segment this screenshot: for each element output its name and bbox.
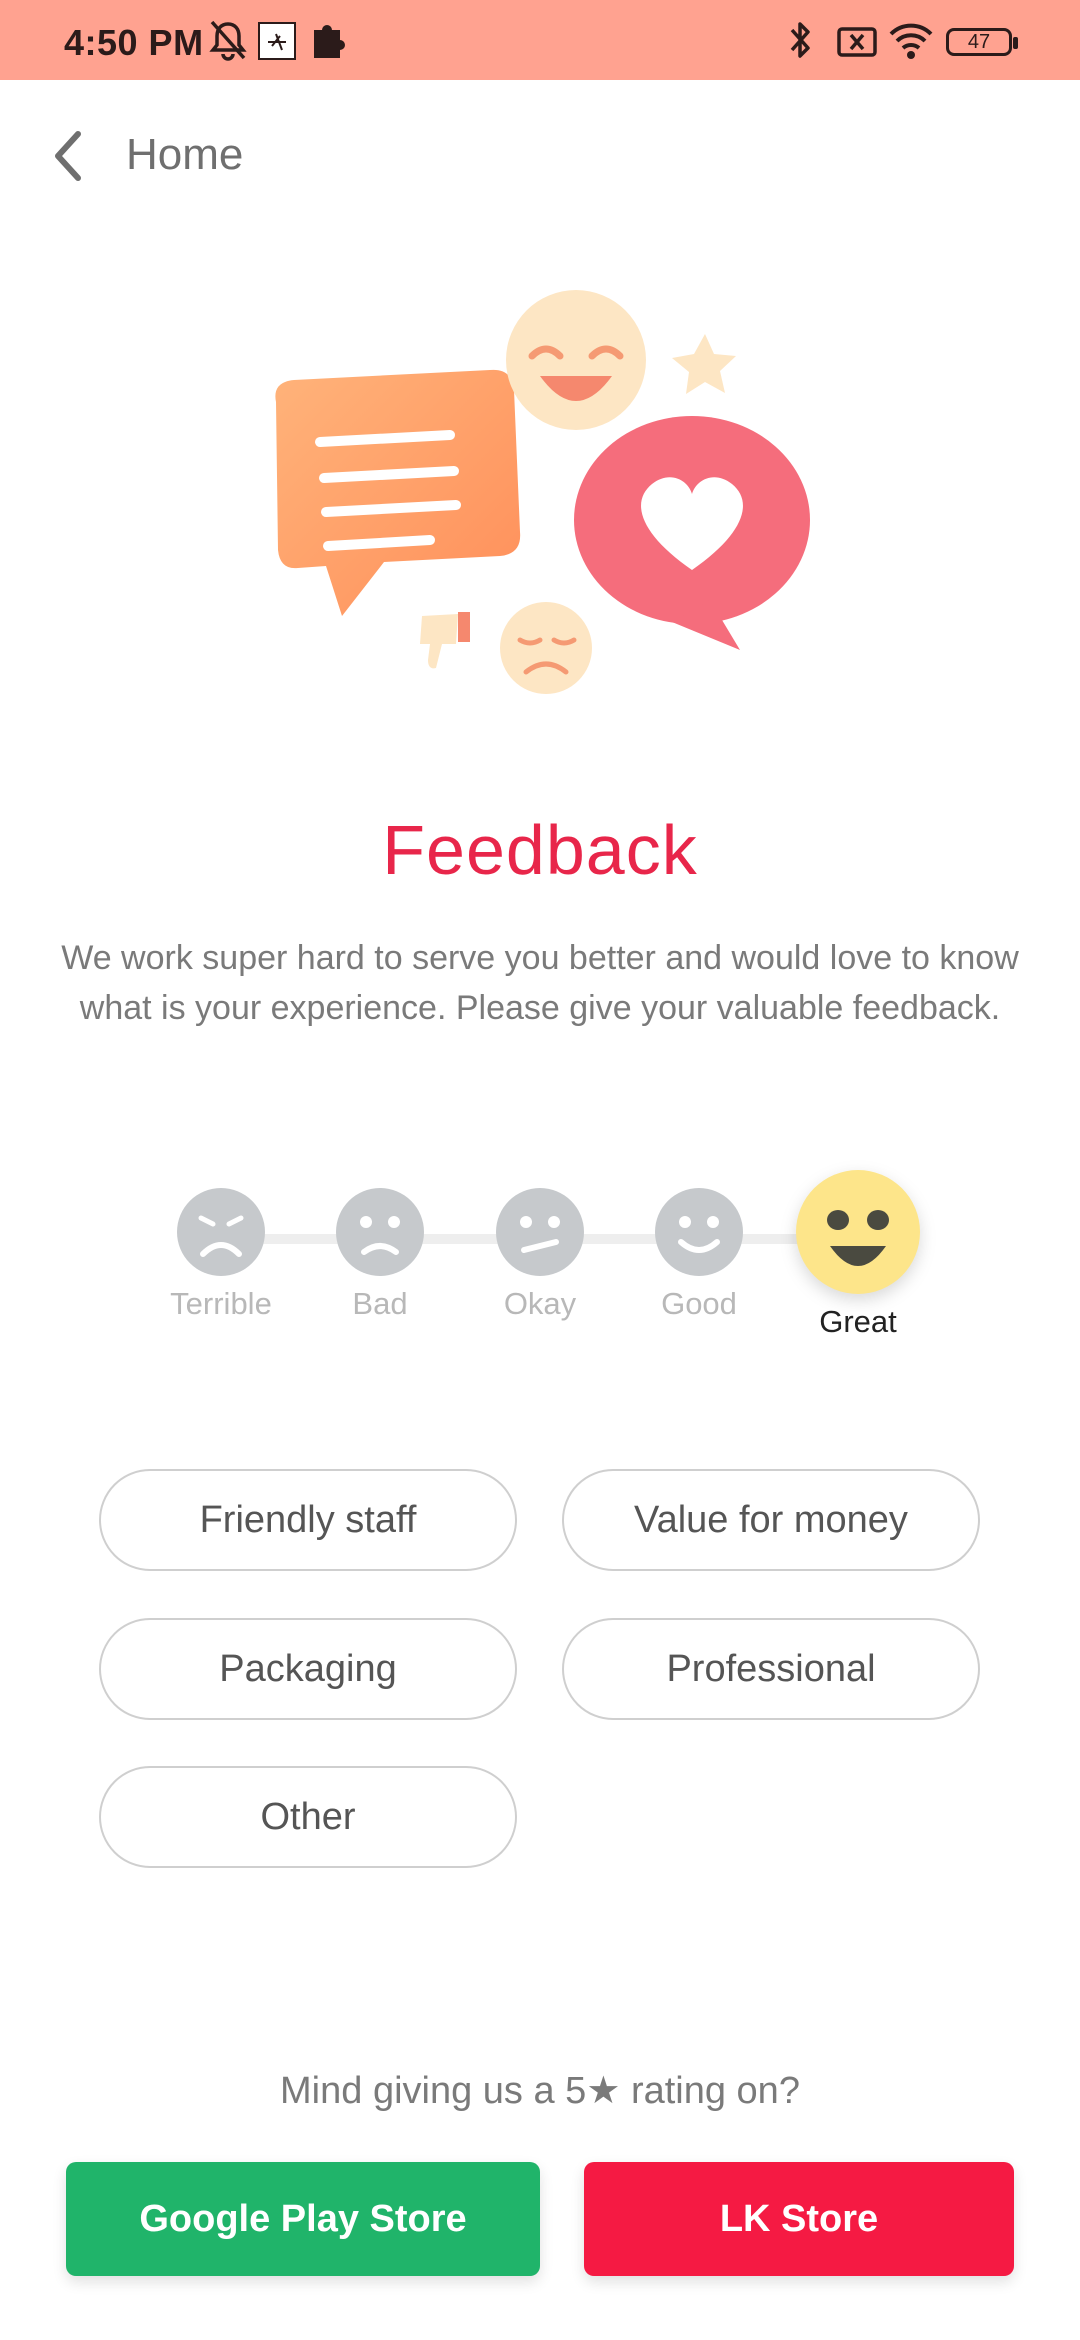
chip-packaging[interactable]: Packaging (99, 1618, 517, 1720)
status-bar: 4:50 PM 47 (0, 0, 1080, 80)
chip-professional[interactable]: Professional (562, 1618, 980, 1720)
wifi-icon (889, 23, 933, 59)
status-time: 4:50 PM (64, 22, 204, 63)
feedback-description: We work super hard to serve you better a… (61, 939, 1019, 1027)
battery-icon: 47 (946, 28, 1012, 56)
rating-label-terrible: Terrible (170, 1286, 272, 1321)
terrible-face-icon (177, 1188, 265, 1276)
rating-label-great: Great (819, 1304, 897, 1339)
rating-selector: Terrible Bad Okay Good Great (0, 1150, 1080, 1370)
rating-option-bad[interactable]: Bad (295, 1188, 465, 1322)
rating-option-terrible[interactable]: Terrible (136, 1188, 306, 1322)
chip-other[interactable]: Other (99, 1766, 517, 1868)
store-rating-prompt: Mind giving us a 5★ rating on? (280, 2070, 800, 2112)
back-label[interactable]: Home (126, 130, 243, 180)
feedback-illustration (275, 290, 810, 694)
feedback-title: Feedback (382, 811, 698, 889)
back-arrow-icon[interactable] (40, 120, 100, 192)
lk-store-button[interactable]: LK Store (584, 2162, 1014, 2276)
rating-option-great[interactable]: Great (773, 1170, 943, 1340)
mute-bell-icon (209, 20, 247, 61)
battery-tip (1013, 37, 1018, 49)
rating-label-good: Good (661, 1286, 737, 1321)
app-notification-icon (258, 22, 296, 60)
bad-face-icon (336, 1188, 424, 1276)
rating-label-okay: Okay (503, 1286, 577, 1321)
chip-value-for-money[interactable]: Value for money (562, 1469, 980, 1571)
okay-face-icon (496, 1188, 584, 1276)
rating-label-bad: Bad (352, 1286, 408, 1321)
google-play-store-button[interactable]: Google Play Store (66, 2162, 540, 2276)
battery-level: 47 (967, 30, 991, 53)
no-sim-icon (837, 27, 877, 57)
great-face-icon (796, 1170, 920, 1294)
bluetooth-icon (790, 22, 810, 58)
rating-option-good[interactable]: Good (614, 1188, 784, 1322)
chip-friendly-staff[interactable]: Friendly staff (99, 1469, 517, 1571)
rating-option-okay[interactable]: Okay (455, 1188, 625, 1322)
good-face-icon (655, 1188, 743, 1276)
top-bar: Home (0, 80, 1080, 230)
puzzle-icon (314, 25, 345, 58)
